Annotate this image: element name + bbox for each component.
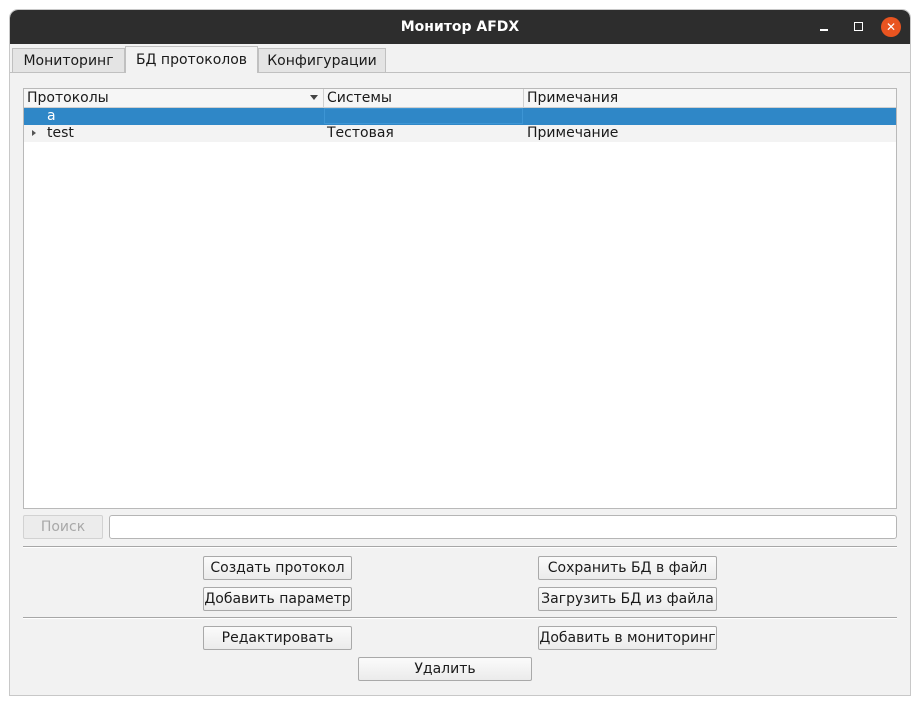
note-text: Примечание [527,125,619,141]
protocols-tree[interactable]: Протоколы Системы Примечания a test Тест… [23,88,897,509]
close-button[interactable]: ✕ [881,17,901,37]
sort-descending-icon [310,95,318,100]
protocol-db-pane: Протоколы Системы Примечания a test Тест… [10,72,910,695]
separator [23,546,897,548]
minimize-icon [820,29,828,31]
delete-button[interactable]: Удалить [358,657,532,681]
add-to-monitoring-button[interactable]: Добавить в мониторинг [538,626,717,650]
close-icon: ✕ [885,20,897,34]
tree-row[interactable]: test Тестовая Примечание [24,125,896,142]
search-button[interactable]: Поиск [23,515,103,539]
window-title: Монитор AFDX [400,19,520,35]
title-bar[interactable]: Монитор AFDX ✕ [10,10,910,44]
tab-monitoring[interactable]: Мониторинг [12,48,125,72]
tab-bar: Мониторинг БД протоколов Конфигурации [10,46,910,73]
column-header-systems[interactable]: Системы [324,89,524,107]
tab-configurations[interactable]: Конфигурации [258,48,386,72]
tree-row[interactable]: a [24,108,896,125]
add-parameter-button[interactable]: Добавить параметр [203,587,352,611]
load-db-button[interactable]: Загрузить БД из файла [538,587,717,611]
column-header-notes[interactable]: Примечания [524,89,896,107]
maximize-button[interactable] [848,17,868,37]
system-name: Тестовая [327,125,394,141]
tab-protocol-db[interactable]: БД протоколов [125,46,258,73]
column-header-label: Протоколы [27,90,109,106]
cell-focus-frame [324,108,523,124]
tree-header: Протоколы Системы Примечания [24,89,896,108]
maximize-icon [853,22,863,31]
save-db-button[interactable]: Сохранить БД в файл [538,556,717,580]
column-header-protocols[interactable]: Протоколы [24,89,324,107]
minimize-button[interactable] [814,17,834,37]
edit-button[interactable]: Редактировать [203,626,352,650]
protocol-name: a [47,108,56,124]
separator [23,617,897,619]
create-protocol-button[interactable]: Создать протокол [203,556,352,580]
main-window: Монитор AFDX ✕ Мониторинг БД протоколов … [10,10,910,695]
search-input[interactable] [109,515,897,539]
expand-arrow-icon[interactable] [32,130,36,136]
protocol-name: test [47,125,74,141]
